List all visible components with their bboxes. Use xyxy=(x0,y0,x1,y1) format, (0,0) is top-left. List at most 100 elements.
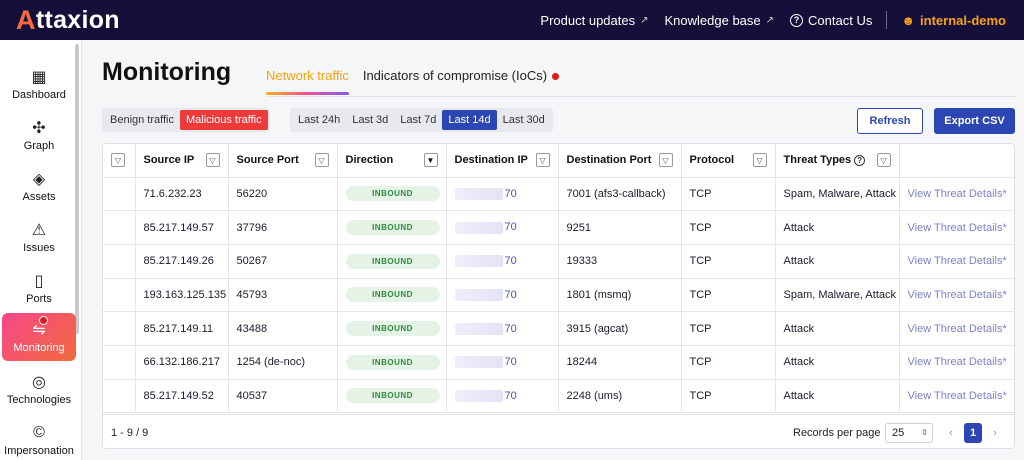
filter-icon[interactable]: ▽ xyxy=(658,153,673,168)
cell-details: View Threat Details* xyxy=(899,244,1014,279)
destination-ip-suffix[interactable]: 70 xyxy=(505,221,517,233)
cell-source-port: 37796 xyxy=(228,210,338,245)
row-blank-cell xyxy=(103,311,136,346)
cell-source-ip: 71.6.232.23 xyxy=(135,177,229,212)
traffic-type-toggle: Benign traffic Malicious traffic xyxy=(102,108,270,132)
cell-direction: INBOUND xyxy=(337,177,447,212)
refresh-button[interactable]: Refresh xyxy=(857,108,923,134)
destination-ip-suffix[interactable]: 70 xyxy=(505,356,517,368)
cell-destination-port: 7001 (afs3-callback) xyxy=(558,177,682,212)
traffic-table-card: ▽ Source IP ▽ Source Port ▽ Direction ▼ Des… xyxy=(102,143,1015,449)
cell-threat-types: Attack xyxy=(775,379,900,414)
filter-active-icon[interactable]: ▼ xyxy=(423,153,438,168)
page-title: Monitoring xyxy=(102,58,232,86)
contact-us-link[interactable]: ? Contact Us xyxy=(782,13,880,28)
view-threat-details-link[interactable]: View Threat Details* xyxy=(908,222,1007,234)
filter-icon[interactable]: ▽ xyxy=(535,153,550,168)
records-per-page-select[interactable]: 25 ⇕ xyxy=(885,422,933,443)
cell-destination-ip: 70 xyxy=(446,311,559,346)
cell-protocol: TCP xyxy=(681,244,776,279)
view-threat-details-link[interactable]: View Threat Details* xyxy=(908,323,1007,335)
row-blank-cell xyxy=(103,278,136,313)
product-updates-link[interactable]: Product updates ↗ xyxy=(532,13,656,28)
sidebar-item-dashboard[interactable]: ▦ Dashboard xyxy=(0,60,78,108)
destination-ip-suffix[interactable]: 70 xyxy=(505,323,517,335)
view-threat-details-link[interactable]: View Threat Details* xyxy=(908,255,1007,267)
header-label: Source Port xyxy=(236,154,299,167)
next-page-button[interactable]: › xyxy=(986,423,1004,443)
cell-destination-ip: 70 xyxy=(446,244,559,279)
view-threat-details-link[interactable]: View Threat Details* xyxy=(908,188,1007,200)
redacted-ip-block xyxy=(454,187,503,200)
tab-iocs-label: Indicators of compromise (IoCs) xyxy=(362,68,548,83)
direction-badge: INBOUND xyxy=(345,388,440,404)
redacted-ip-block xyxy=(454,221,503,234)
sidebar-item-impersonation[interactable]: © Impersonation xyxy=(0,416,78,460)
contact-us-label: Contact Us xyxy=(808,12,873,28)
sidebar-item-label: Technologies xyxy=(6,394,72,406)
layers-icon: ◈ xyxy=(32,171,46,188)
view-threat-details-link[interactable]: View Threat Details* xyxy=(908,289,1007,301)
range-14d-option[interactable]: Last 14d xyxy=(442,110,497,130)
sidebar-item-graph[interactable]: ✣ Graph xyxy=(0,111,78,159)
user-menu[interactable]: ☻ internal-demo xyxy=(893,13,1014,28)
tab-iocs[interactable]: Indicators of compromise (IoCs) xyxy=(362,68,560,95)
benign-traffic-option[interactable]: Benign traffic xyxy=(104,110,180,130)
filter-icon[interactable]: ▽ xyxy=(111,153,125,168)
filter-icon[interactable]: ▽ xyxy=(752,153,767,168)
help-icon[interactable]: ? xyxy=(854,155,866,167)
top-nav: Product updates ↗ Knowledge base ↗ ? Con… xyxy=(532,0,1014,40)
sidebar-item-label: Issues xyxy=(23,242,55,254)
notification-dot xyxy=(552,73,560,81)
cell-details: View Threat Details* xyxy=(899,278,1014,313)
cell-details: View Threat Details* xyxy=(899,379,1014,414)
cell-destination-port: 1801 (msmq) xyxy=(558,278,682,313)
table-row: 85.217.149.52 40537 INBOUND 70 2248 (ums) TCP… xyxy=(103,379,1014,414)
range-24h-option[interactable]: Last 24h xyxy=(292,110,346,130)
view-threat-details-link[interactable]: View Threat Details* xyxy=(908,356,1007,368)
destination-ip-suffix[interactable]: 70 xyxy=(505,255,517,267)
filter-icon[interactable]: ▽ xyxy=(314,153,329,168)
destination-ip-suffix[interactable]: 70 xyxy=(505,188,517,200)
sidebar-item-issues[interactable]: ⚠ Issues xyxy=(0,213,78,261)
direction-badge: INBOUND xyxy=(345,253,440,269)
filter-icon[interactable]: ▽ xyxy=(876,153,891,168)
row-blank-cell xyxy=(103,345,136,380)
sidebar-item-assets[interactable]: ◈ Assets xyxy=(0,162,78,210)
sidebar-item-technologies[interactable]: ◎ Technologies xyxy=(0,365,78,413)
prev-page-button[interactable]: ‹ xyxy=(942,423,960,443)
cell-details: View Threat Details* xyxy=(899,177,1014,212)
tab-network-traffic[interactable]: Network traffic xyxy=(266,68,349,95)
table-row: 85.217.149.26 50267 INBOUND 70 19333 TCP Attac… xyxy=(103,244,1014,279)
graph-icon: ✣ xyxy=(32,120,46,137)
cell-source-ip: 85.217.149.57 xyxy=(135,210,229,245)
sidebar-item-monitoring[interactable]: ⇋ Monitoring xyxy=(2,313,76,361)
dashboard-icon: ▦ xyxy=(31,69,47,86)
door-icon: ▯ xyxy=(34,273,44,290)
range-7d-option[interactable]: Last 7d xyxy=(394,110,442,130)
cell-details: View Threat Details* xyxy=(899,311,1014,346)
help-icon: ? xyxy=(790,13,804,27)
row-blank-cell xyxy=(103,244,136,279)
filter-icon[interactable]: ▽ xyxy=(205,153,220,168)
malicious-traffic-option[interactable]: Malicious traffic xyxy=(180,110,268,130)
cell-threat-types: Attack xyxy=(775,311,900,346)
table-row: 85.217.149.11 43488 INBOUND 70 3915 (agcat) T… xyxy=(103,311,1014,346)
header-destination-ip: Destination IP ▽ xyxy=(446,144,559,178)
export-csv-button[interactable]: Export CSV xyxy=(934,108,1015,134)
attaxion-logo[interactable]: Attaxion xyxy=(16,5,120,36)
range-3d-option[interactable]: Last 3d xyxy=(346,110,394,130)
destination-ip-suffix[interactable]: 70 xyxy=(505,390,517,402)
cell-destination-ip: 70 xyxy=(446,177,559,212)
cell-destination-ip: 70 xyxy=(446,379,559,414)
cell-destination-ip: 70 xyxy=(446,345,559,380)
view-threat-details-link[interactable]: View Threat Details* xyxy=(908,390,1007,402)
sidebar-item-ports[interactable]: ▯ Ports xyxy=(0,264,78,312)
range-30d-option[interactable]: Last 30d xyxy=(497,110,551,130)
cell-destination-ip: 70 xyxy=(446,278,559,313)
knowledge-base-link[interactable]: Knowledge base ↗ xyxy=(657,13,783,28)
sort-arrows-icon: ⇕ xyxy=(921,428,928,437)
redacted-ip-block xyxy=(454,390,503,403)
destination-ip-suffix[interactable]: 70 xyxy=(505,289,517,301)
page-button-current[interactable]: 1 xyxy=(964,423,982,443)
